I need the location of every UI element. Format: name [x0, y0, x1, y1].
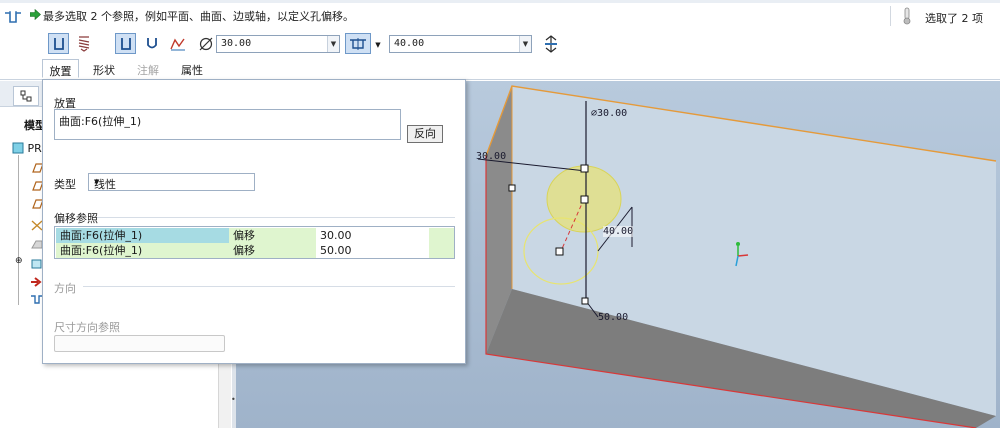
drag-handle[interactable]: [580, 164, 589, 173]
type-select[interactable]: 线性 ▼: [88, 173, 255, 191]
selection-count: 选取了 2 项: [925, 12, 983, 25]
tree-root[interactable]: PR: [12, 142, 42, 155]
dim-direction-collector: [54, 335, 225, 352]
diameter-combo[interactable]: 30.00 ▼: [216, 35, 340, 53]
offset-references-table: 曲面:F6(拉伸_1) 偏移 30.00 曲面:F6(拉伸_1) 偏移 50.0…: [54, 226, 455, 259]
splitter-grip[interactable]: •: [231, 395, 236, 404]
diameter-icon: [199, 37, 213, 51]
chevron-down-icon[interactable]: ▼: [519, 36, 531, 52]
row-reference: 曲面:F6(拉伸_1): [56, 243, 229, 258]
table-row[interactable]: 曲面:F6(拉伸_1) 偏移 50.00: [56, 243, 454, 258]
expand-icon[interactable]: ⊕: [15, 256, 23, 266]
drag-handle[interactable]: [581, 297, 589, 305]
drill-profile-button[interactable]: [141, 33, 162, 54]
flat-profile-button[interactable]: [115, 33, 136, 54]
chevron-down-icon[interactable]: ▼: [327, 36, 339, 52]
depth-combo[interactable]: 40.00 ▼: [389, 35, 532, 53]
hole-tool-icon: [5, 11, 21, 23]
chevron-down-icon[interactable]: ▼: [94, 178, 250, 186]
depth-blind-icon: [350, 37, 366, 50]
row-filler: [429, 243, 454, 258]
row-kind[interactable]: 偏移: [229, 243, 316, 258]
table-row[interactable]: 曲面:F6(拉伸_1) 偏移 30.00: [56, 228, 454, 243]
tree-connector: [18, 155, 19, 305]
direction-label: 方向: [54, 282, 76, 295]
offset-refs-label: 偏移参照: [54, 212, 98, 225]
tab-shape[interactable]: 形状: [84, 59, 124, 78]
sketch-profile-button[interactable]: [167, 33, 188, 54]
diameter-dimension[interactable]: ⌀30.00: [591, 108, 627, 119]
row-value[interactable]: 50.00: [316, 243, 429, 258]
tab-annotation: 注解: [137, 64, 159, 77]
dim-direction-label: 尺寸方向参照: [54, 321, 120, 334]
depth-option-button[interactable]: [345, 33, 371, 54]
offset-dimension-2[interactable]: 50.00: [598, 312, 628, 323]
tab-properties[interactable]: 属性: [172, 59, 212, 78]
prompt-message: 最多选取 2 个参照，例如平面、曲面、边或轴，以定义孔偏移。: [43, 10, 354, 23]
sketch-icon: [169, 38, 185, 50]
drill-point-icon: [146, 37, 157, 48]
divider: [97, 217, 455, 218]
flip-button[interactable]: 反向: [407, 125, 443, 143]
thermometer-icon[interactable]: [902, 7, 912, 25]
tree-icon: [20, 90, 32, 102]
placement-reference: 曲面:F6(拉伸_1): [59, 115, 142, 128]
row-value[interactable]: 30.00: [316, 228, 429, 243]
diameter-value: 30.00: [221, 38, 252, 49]
simple-hole-icon: [53, 37, 64, 50]
depth-option-dropdown-icon[interactable]: ▼: [372, 36, 384, 54]
tree-root-label: PR: [27, 142, 42, 155]
triad-x-axis: [737, 254, 749, 257]
divider: [83, 286, 455, 287]
divider: [890, 6, 891, 26]
simple-hole-button[interactable]: [48, 33, 69, 54]
row-kind[interactable]: 偏移: [229, 228, 316, 243]
diameter-dim-value: 30.00: [597, 108, 628, 119]
top-border: [0, 0, 1000, 3]
thread-hole-icon: [78, 35, 89, 52]
prompt-arrow-icon: [30, 9, 41, 20]
hole-dashboard: 最多选取 2 个参照，例如平面、曲面、边或轴，以定义孔偏移。 选取了 2 项 3…: [0, 0, 1000, 80]
depth-value: 40.00: [394, 38, 425, 49]
drag-handle[interactable]: [580, 195, 589, 204]
dashboard-tabs: 放置 形状 注解 属性: [42, 59, 232, 78]
placement-collector[interactable]: 曲面:F6(拉伸_1): [54, 109, 401, 140]
flat-bottom-icon: [120, 37, 131, 50]
offset-dimension-1[interactable]: 30.00: [476, 151, 506, 162]
type-label: 类型: [54, 178, 76, 191]
part-icon: [12, 142, 24, 154]
drag-handle[interactable]: [555, 247, 564, 256]
model-tree-tab[interactable]: [13, 86, 39, 106]
flip-depth-icon[interactable]: [543, 35, 559, 53]
depth-dimension[interactable]: 40.00: [603, 226, 634, 237]
triad-y-tip: [736, 242, 740, 246]
standard-hole-button[interactable]: [73, 33, 94, 54]
drag-handle[interactable]: [508, 184, 516, 192]
placement-panel: 放置 曲面:F6(拉伸_1) 反向 类型 线性 ▼ 偏移参照 曲面:F6(拉伸_…: [42, 79, 466, 364]
row-reference: 曲面:F6(拉伸_1): [56, 228, 229, 243]
row-filler: [429, 228, 454, 243]
tab-placement[interactable]: 放置: [42, 59, 79, 78]
